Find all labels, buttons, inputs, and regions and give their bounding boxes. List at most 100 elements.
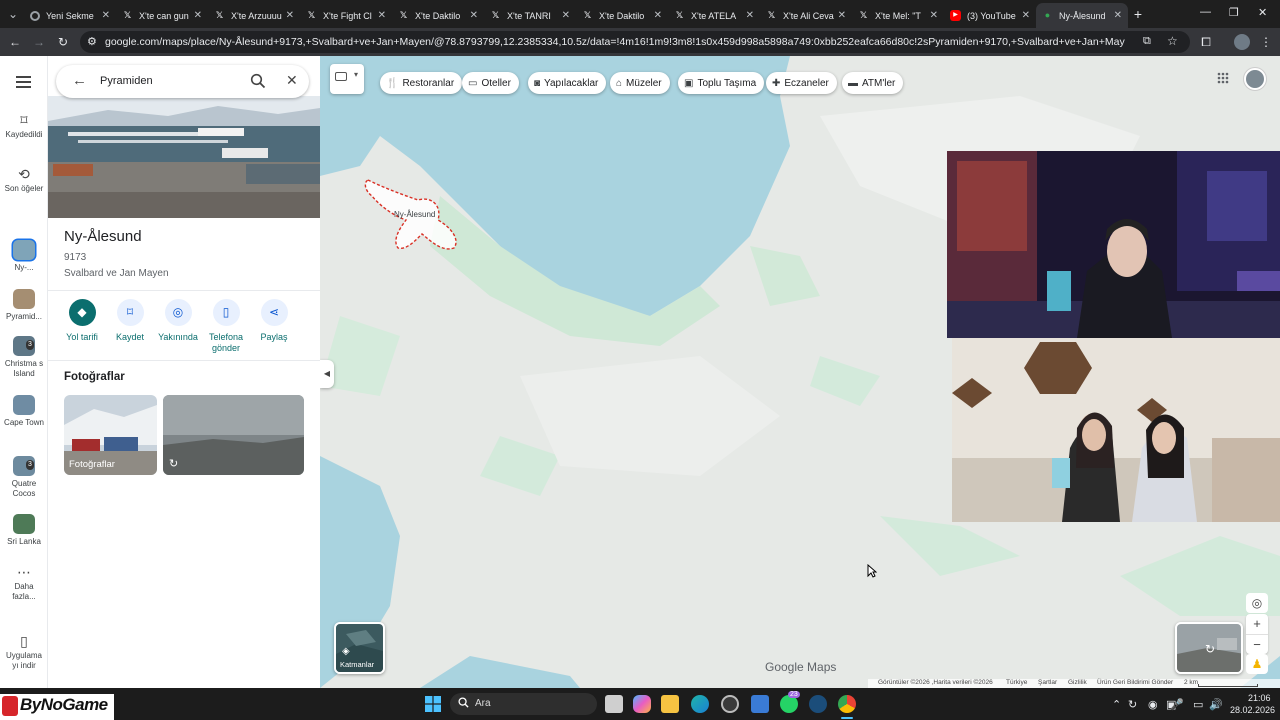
rail-item[interactable]: 3 Christma s Island: [0, 336, 48, 379]
category-chip[interactable]: ✚ Eczaneler: [766, 72, 837, 94]
apps-grid-icon[interactable]: [1217, 72, 1229, 84]
maximize-icon[interactable]: ❐: [1229, 6, 1239, 19]
back-arrow-icon[interactable]: ←: [72, 72, 87, 89]
browser-tab[interactable]: 𝕏 X'te Daktilo ✕: [576, 3, 668, 28]
tab-search-button[interactable]: ⌄: [5, 6, 21, 22]
action-button[interactable]: ◆ Yol tarifi: [58, 299, 106, 354]
category-chip[interactable]: ⌂ Müzeler: [610, 72, 670, 94]
rail-item[interactable]: Sri Lanka: [0, 514, 48, 547]
browser-tab[interactable]: 𝕏 X'te Arzuuuu ✕: [208, 3, 300, 28]
rail-item[interactable]: Ny-...: [0, 240, 48, 273]
browser-tab[interactable]: ▶ (3) YouTube ✕: [944, 3, 1036, 28]
zoom-out-button[interactable]: −: [1246, 634, 1268, 654]
feedback-link[interactable]: Ürün Geri Bildirimi Gönder: [1097, 679, 1173, 686]
terms-link[interactable]: Şartlar: [1038, 679, 1057, 686]
sync-icon[interactable]: ↻: [1128, 698, 1137, 711]
category-chip[interactable]: ◙ Yapılacaklar: [528, 72, 607, 94]
browser-tab[interactable]: 𝕏 X'te can gun ✕: [116, 3, 208, 28]
chrome-taskbar-icon[interactable]: [838, 695, 856, 713]
reload-icon[interactable]: ↻: [55, 34, 71, 50]
map-place-label[interactable]: Ny-Ålesund: [394, 210, 435, 219]
chevron-up-icon[interactable]: ⌃: [1112, 698, 1121, 711]
address-bar[interactable]: ⚙ google.com/maps/place/Ny-Ålesund+9173,…: [80, 31, 1190, 53]
rail-item[interactable]: 3 Quatre Cocos: [0, 456, 48, 499]
map-canvas[interactable]: Ny-Ålesund ▾ 🍴 Restoranlar ▭ Oteller ◙ Yapıla…: [320, 56, 1280, 688]
action-button[interactable]: ▯ Telefona gönder: [202, 299, 250, 354]
photo-thumbnail[interactable]: Fotoğraflar: [64, 395, 157, 475]
rail-item[interactable]: Pyramid...: [0, 289, 48, 322]
privacy-link[interactable]: Gizlilik: [1068, 679, 1087, 686]
copilot-icon[interactable]: [633, 695, 651, 713]
browser-tab[interactable]: 𝕏 X'te TANRI ✕: [484, 3, 576, 28]
clear-search-icon[interactable]: ✕: [286, 72, 298, 89]
close-tab-icon[interactable]: ✕: [562, 10, 570, 21]
close-tab-icon[interactable]: ✕: [286, 10, 294, 21]
category-chip[interactable]: 🍴 Restoranlar: [380, 72, 463, 94]
browser-tab[interactable]: 𝕏 X'te Daktilo ✕: [392, 3, 484, 28]
action-button[interactable]: ⌑ Kaydet: [106, 299, 154, 354]
search-input[interactable]: Pyramiden: [100, 75, 153, 87]
close-tab-icon[interactable]: ✕: [1022, 10, 1030, 21]
bookmark-star-icon[interactable]: ☆: [1167, 34, 1178, 48]
browser-tab[interactable]: Yeni Sekme ✕: [24, 3, 116, 28]
action-button[interactable]: ⋖ Paylaş: [250, 299, 298, 354]
zoom-in-button[interactable]: +: [1246, 614, 1268, 634]
close-tab-icon[interactable]: ✕: [746, 10, 754, 21]
category-chip[interactable]: ▣ Toplu Taşıma: [678, 72, 765, 94]
extensions-icon[interactable]: ⧠: [1198, 34, 1214, 50]
category-chip[interactable]: ▭ Oteller: [462, 72, 519, 94]
close-tab-icon[interactable]: ✕: [654, 10, 662, 21]
forward-icon[interactable]: →: [31, 34, 47, 50]
steam-icon[interactable]: [809, 695, 827, 713]
rail-item[interactable]: ▯ Uygulama yı indir: [0, 631, 48, 671]
taskbar-search[interactable]: Ara: [450, 693, 597, 715]
street-view-preview[interactable]: ↻: [1175, 622, 1243, 674]
browser-tab[interactable]: 𝕏 X'te Mel: "T ✕: [852, 3, 944, 28]
collapse-panel-button[interactable]: ◀: [320, 360, 334, 388]
site-info-icon[interactable]: ⚙: [87, 35, 97, 48]
rail-item[interactable]: Cape Town: [0, 395, 48, 428]
close-tab-icon[interactable]: ✕: [378, 10, 386, 21]
clock-time[interactable]: 21:06: [1248, 693, 1271, 703]
eye-icon[interactable]: ◉: [1148, 698, 1158, 711]
rail-item[interactable]: ⌑ Kaydedildi: [0, 110, 48, 140]
profile-avatar[interactable]: [1234, 34, 1250, 50]
edge-icon[interactable]: [691, 695, 709, 713]
url-text[interactable]: google.com/maps/place/Ny-Ålesund+9173,+S…: [105, 36, 1125, 48]
clock-date[interactable]: 28.02.2026: [1230, 705, 1275, 715]
close-tab-icon[interactable]: ✕: [470, 10, 478, 21]
close-tab-icon[interactable]: ✕: [930, 10, 938, 21]
street-view-thumbnail[interactable]: ↻: [163, 395, 304, 475]
menu-icon[interactable]: ⋮: [1258, 34, 1274, 50]
category-chip[interactable]: ▬ ATM'ler: [842, 72, 904, 94]
back-icon[interactable]: ←: [7, 34, 23, 50]
start-button[interactable]: [425, 696, 441, 715]
browser-tab[interactable]: 𝕏 X'te Fight Cl ✕: [300, 3, 392, 28]
new-tab-button[interactable]: +: [1128, 3, 1148, 28]
my-location-icon[interactable]: ◎: [1246, 593, 1268, 613]
close-tab-icon[interactable]: ✕: [194, 10, 202, 21]
pegman-icon[interactable]: ♟: [1246, 654, 1268, 674]
minimize-icon[interactable]: —: [1200, 6, 1211, 18]
display-icon[interactable]: ▭: [1193, 698, 1203, 711]
microphone-icon[interactable]: 🎤: [1170, 698, 1184, 711]
volume-icon[interactable]: 🔊: [1209, 698, 1223, 711]
browser-tab[interactable]: 𝕏 X'te Ali Ceva ✕: [760, 3, 852, 28]
search-box[interactable]: ← Pyramiden ✕: [56, 65, 309, 98]
region-link[interactable]: Türkiye: [1006, 679, 1027, 686]
account-avatar[interactable]: [1244, 68, 1266, 90]
action-button[interactable]: ◎ Yakınında: [154, 299, 202, 354]
map-type-toggle[interactable]: ▾: [330, 64, 364, 94]
store-icon[interactable]: [751, 695, 769, 713]
close-tab-icon[interactable]: ✕: [838, 10, 846, 21]
rail-item[interactable]: ⋯ Daha fazla...: [0, 562, 48, 602]
file-explorer-icon[interactable]: [661, 695, 679, 713]
close-tab-icon[interactable]: ✕: [102, 10, 110, 21]
scale-label[interactable]: 2 km: [1184, 679, 1198, 686]
install-app-icon[interactable]: ⧉: [1143, 35, 1151, 48]
place-hero-photo[interactable]: [48, 96, 320, 218]
search-icon[interactable]: [250, 73, 266, 92]
hamburger-menu-icon[interactable]: [16, 76, 31, 88]
rail-item[interactable]: ⟲ Son öğeler: [0, 164, 48, 194]
media-app-icon[interactable]: [721, 695, 739, 713]
